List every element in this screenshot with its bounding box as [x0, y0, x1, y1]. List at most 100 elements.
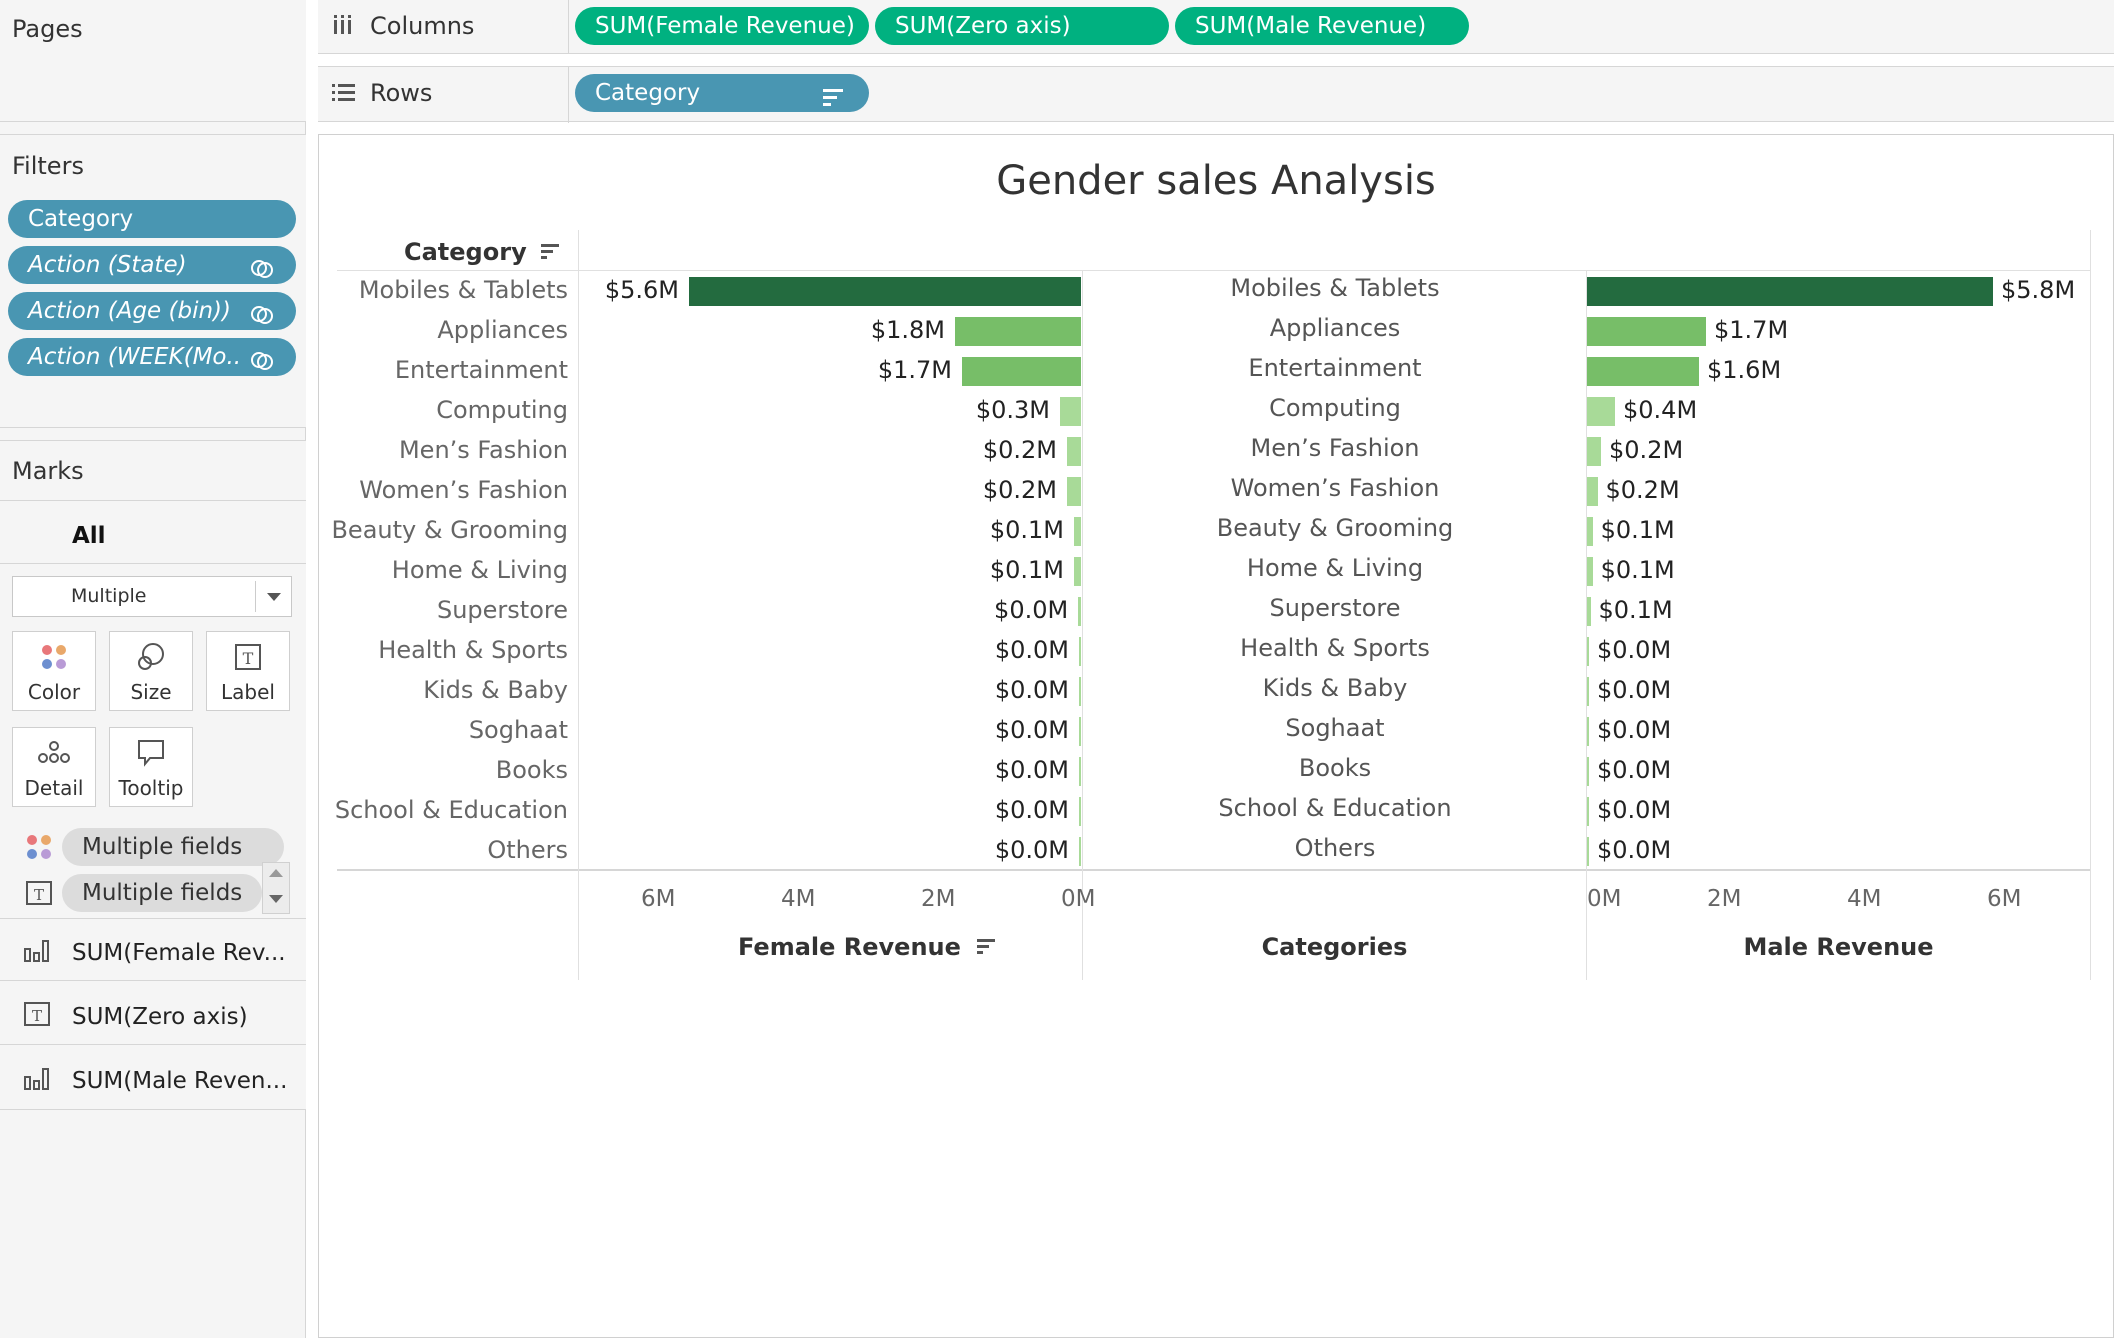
female-value-label: $0.2M — [982, 476, 1057, 504]
female-revenue-bar[interactable] — [1074, 557, 1081, 586]
category-label-middle[interactable]: Others — [1085, 834, 1585, 862]
row-label-left[interactable]: Beauty & Grooming — [330, 516, 568, 544]
column-pill-female-revenue[interactable]: SUM(Female Revenue) — [575, 7, 869, 45]
size-button[interactable]: Size — [109, 631, 193, 711]
row-label-left[interactable]: School & Education — [330, 796, 568, 824]
female-revenue-bar[interactable] — [955, 317, 1081, 346]
category-label-middle[interactable]: Women’s Fashion — [1085, 474, 1585, 502]
category-label-middle[interactable]: Kids & Baby — [1085, 674, 1585, 702]
row-label-left[interactable]: Home & Living — [330, 556, 568, 584]
pages-panel[interactable]: Pages — [0, 0, 306, 122]
row-label-left[interactable]: Soghaat — [330, 716, 568, 744]
category-label-middle[interactable]: Superstore — [1085, 594, 1585, 622]
female-value-label: $0.0M — [994, 676, 1069, 704]
column-pill-zero-axis[interactable]: SUM(Zero axis) — [875, 7, 1169, 45]
category-label-middle[interactable]: Mobiles & Tablets — [1085, 274, 1585, 302]
category-label-middle[interactable]: Beauty & Grooming — [1085, 514, 1585, 542]
male-value-label: $0.1M — [1600, 516, 1675, 544]
female-axis-title[interactable]: Female Revenue — [738, 933, 997, 962]
filter-pill[interactable]: Action (WEEK(Mo.. — [8, 338, 296, 376]
category-label-middle[interactable]: Home & Living — [1085, 554, 1585, 582]
female-revenue-bar[interactable] — [1079, 837, 1081, 866]
male-revenue-bar[interactable] — [1587, 517, 1593, 546]
male-revenue-bar[interactable] — [1587, 277, 1993, 306]
measure-female-revenue[interactable]: SUM(Female Rev... — [72, 940, 286, 966]
label-button[interactable]: T Label — [206, 631, 290, 711]
female-value-label: $0.3M — [975, 396, 1050, 424]
male-revenue-bar[interactable] — [1587, 757, 1589, 786]
female-axis-tick: 4M — [781, 886, 816, 912]
category-label-middle[interactable]: Men’s Fashion — [1085, 434, 1585, 462]
row-label-left[interactable]: Appliances — [330, 316, 568, 344]
row-label-left[interactable]: Kids & Baby — [330, 676, 568, 704]
category-label-middle[interactable]: Appliances — [1085, 314, 1585, 342]
male-revenue-bar[interactable] — [1587, 437, 1601, 466]
male-axis-tick: 4M — [1847, 886, 1882, 912]
male-revenue-bar[interactable] — [1587, 557, 1593, 586]
category-label-middle[interactable]: Books — [1085, 754, 1585, 782]
size-label: Size — [130, 680, 172, 704]
filter-pill[interactable]: Category — [8, 200, 296, 238]
male-value-label: $0.0M — [1597, 676, 1672, 704]
measure-male-revenue[interactable]: SUM(Male Reven... — [72, 1068, 287, 1094]
scrollbar[interactable] — [262, 862, 290, 914]
female-revenue-bar[interactable] — [1074, 517, 1081, 546]
female-revenue-bar[interactable] — [1079, 757, 1081, 786]
male-revenue-bar[interactable] — [1587, 837, 1589, 866]
male-revenue-bar[interactable] — [1587, 397, 1615, 426]
color-field-pill[interactable]: Multiple fields — [62, 828, 284, 866]
female-revenue-bar[interactable] — [689, 277, 1081, 306]
female-value-label: $0.1M — [989, 516, 1064, 544]
female-revenue-bar[interactable] — [1067, 437, 1081, 466]
column-pill-male-revenue[interactable]: SUM(Male Revenue) — [1175, 7, 1469, 45]
color-button[interactable]: Color — [12, 631, 96, 711]
sort-icon — [977, 934, 997, 962]
row-label-left[interactable]: Superstore — [330, 596, 568, 624]
female-revenue-bar[interactable] — [1079, 717, 1081, 746]
row-label-left[interactable]: Others — [330, 836, 568, 864]
measure-zero-axis[interactable]: SUM(Zero axis) — [72, 1004, 248, 1030]
tooltip-button[interactable]: Tooltip — [109, 727, 193, 807]
female-revenue-bar[interactable] — [1060, 397, 1081, 426]
row-label-left[interactable]: Health & Sports — [330, 636, 568, 664]
category-label-middle[interactable]: Health & Sports — [1085, 634, 1585, 662]
female-revenue-bar[interactable] — [1079, 797, 1081, 826]
mark-type-dropdown[interactable]: Multiple — [12, 576, 292, 617]
row-label-left[interactable]: Books — [330, 756, 568, 784]
row-label-left[interactable]: Computing — [330, 396, 568, 424]
male-revenue-bar[interactable] — [1587, 317, 1706, 346]
male-revenue-bar[interactable] — [1587, 357, 1699, 386]
male-revenue-bar[interactable] — [1587, 637, 1589, 666]
label-label: Label — [221, 680, 275, 704]
male-revenue-bar[interactable] — [1587, 797, 1589, 826]
divider — [0, 500, 306, 501]
female-revenue-bar[interactable] — [962, 357, 1081, 386]
row-label-left[interactable]: Men’s Fashion — [330, 436, 568, 464]
male-revenue-bar[interactable] — [1587, 717, 1589, 746]
female-value-label: $1.7M — [877, 356, 952, 384]
category-label-middle[interactable]: School & Education — [1085, 794, 1585, 822]
male-revenue-bar[interactable] — [1587, 677, 1589, 706]
filter-pill[interactable]: Action (Age (bin)) — [8, 292, 296, 330]
male-revenue-bar[interactable] — [1587, 477, 1598, 506]
male-revenue-bar[interactable] — [1587, 597, 1591, 626]
detail-icon — [13, 738, 95, 768]
detail-button[interactable]: Detail — [12, 727, 96, 807]
row-pill-category[interactable]: Category — [575, 74, 869, 112]
female-revenue-bar[interactable] — [1079, 677, 1081, 706]
marks-all-tab[interactable]: All — [72, 523, 106, 549]
category-label-middle[interactable]: Soghaat — [1085, 714, 1585, 742]
female-revenue-bar[interactable] — [1067, 477, 1081, 506]
row-header-category[interactable]: Category — [404, 238, 561, 267]
category-label-middle[interactable]: Entertainment — [1085, 354, 1585, 382]
row-label-left[interactable]: Mobiles & Tablets — [330, 276, 568, 304]
female-revenue-bar[interactable] — [1079, 637, 1081, 666]
color-icon — [13, 642, 95, 672]
linked-filter-icon — [250, 254, 274, 284]
female-revenue-bar[interactable] — [1078, 597, 1081, 626]
row-label-left[interactable]: Entertainment — [330, 356, 568, 384]
row-label-left[interactable]: Women’s Fashion — [330, 476, 568, 504]
label-field-pill[interactable]: Multiple fields — [62, 874, 262, 912]
filter-pill[interactable]: Action (State) — [8, 246, 296, 284]
category-label-middle[interactable]: Computing — [1085, 394, 1585, 422]
